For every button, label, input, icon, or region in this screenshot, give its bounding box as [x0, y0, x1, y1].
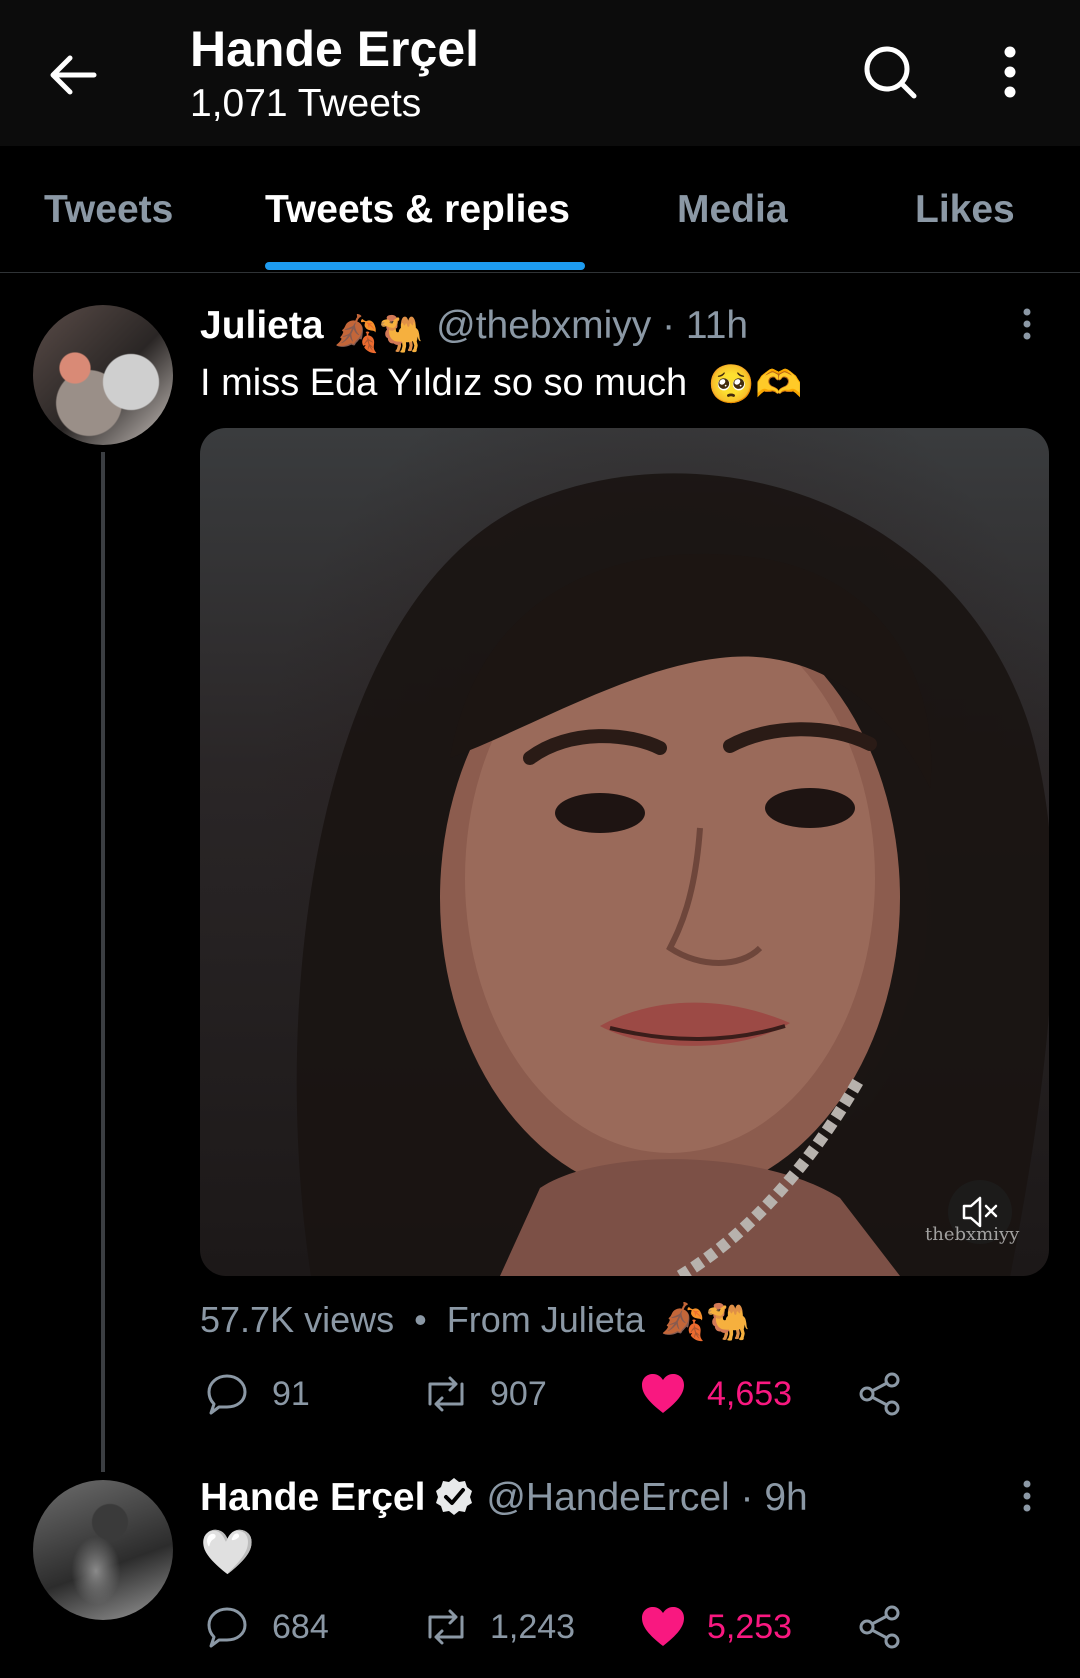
- tweet-count: 1,071 Tweets: [190, 82, 422, 125]
- like-count: 5,253: [707, 1608, 793, 1646]
- tweet-meta: 57.7K views • From Julieta 🍂🐫: [200, 1299, 750, 1343]
- source-emoji: 🍂🐫: [660, 1301, 751, 1343]
- reply-bubble-icon: [207, 1374, 247, 1415]
- back-button[interactable]: [44, 46, 102, 104]
- handle-time[interactable]: @thebxmiyy · 11h: [436, 304, 748, 347]
- tweet-more-button[interactable]: [1012, 306, 1042, 346]
- display-name[interactable]: Julieta: [200, 304, 324, 347]
- tab-media[interactable]: Media: [677, 188, 788, 232]
- tweet-text-content: I miss Eda Yıldız so so much: [200, 362, 688, 404]
- retweet-icon: [428, 1609, 464, 1645]
- retweet-count: 907: [490, 1375, 547, 1413]
- handle-time[interactable]: @HandeErcel · 9h: [486, 1476, 807, 1519]
- video-media[interactable]: [200, 428, 1049, 1276]
- tweet-text: 🤍: [200, 1528, 255, 1577]
- vertical-dots-icon: [1023, 308, 1031, 340]
- tweet-more-button[interactable]: [1012, 1478, 1042, 1518]
- retweet-count: 1,243: [490, 1608, 576, 1646]
- verified-badge-icon: [435, 1478, 472, 1515]
- avatar[interactable]: [33, 305, 173, 445]
- retweet-icon: [428, 1376, 464, 1412]
- like-button[interactable]: [640, 1372, 686, 1416]
- avatar[interactable]: [33, 1480, 173, 1620]
- like-button[interactable]: [640, 1605, 686, 1649]
- share-button[interactable]: [858, 1372, 902, 1416]
- reply-count: 91: [272, 1375, 310, 1413]
- retweet-button[interactable]: [420, 1374, 472, 1414]
- tweet-header: Hande Erçel @HandeErcel · 9h: [200, 1476, 808, 1520]
- tweet-text: I miss Eda Yıldız so so much 🥺🫶: [200, 362, 802, 407]
- tweet-text-emoji: 🥺🫶: [707, 363, 803, 406]
- tab-tweets-replies[interactable]: Tweets & replies: [265, 188, 570, 232]
- search-icon: [864, 46, 917, 99]
- heart-filled-icon: [642, 1607, 684, 1646]
- heart-filled-icon: [642, 1374, 684, 1413]
- tab-tweets[interactable]: Tweets: [44, 188, 173, 232]
- tweet-source: From Julieta: [446, 1299, 645, 1340]
- portrait-video-frame: [296, 473, 1049, 1276]
- top-bar: Hande Erçel 1,071 Tweets: [0, 0, 1080, 146]
- share-button[interactable]: [858, 1605, 902, 1649]
- thread-line: [101, 452, 105, 1472]
- active-tab-indicator: [265, 262, 585, 270]
- more-options-button[interactable]: [990, 42, 1030, 102]
- share-icon: [859, 1605, 900, 1649]
- tab-likes[interactable]: Likes: [915, 188, 1015, 232]
- search-button[interactable]: [860, 42, 920, 102]
- vertical-dots-icon: [1004, 46, 1016, 98]
- reply-bubble-icon: [207, 1607, 247, 1648]
- reply-button[interactable]: [205, 1372, 265, 1416]
- retweet-button[interactable]: [420, 1607, 472, 1647]
- video-watermark: thebxmiyy: [925, 1224, 1020, 1245]
- share-icon: [859, 1372, 900, 1416]
- separator-dot: •: [414, 1299, 427, 1340]
- back-arrow-icon: [50, 55, 97, 95]
- vertical-dots-icon: [1023, 1480, 1031, 1512]
- name-emoji: 🍂🐫: [334, 312, 424, 354]
- profile-tabs: Tweets Tweets & replies Media Likes: [0, 146, 1080, 273]
- reply-count: 684: [272, 1608, 329, 1646]
- profile-title: Hande Erçel: [190, 21, 480, 77]
- tweet-header: Julieta 🍂🐫 @thebxmiyy · 11h: [200, 304, 748, 355]
- like-count: 4,653: [707, 1375, 793, 1413]
- reply-button[interactable]: [205, 1605, 265, 1649]
- display-name[interactable]: Hande Erçel: [200, 1476, 425, 1519]
- view-count[interactable]: 57.7K views: [200, 1299, 394, 1340]
